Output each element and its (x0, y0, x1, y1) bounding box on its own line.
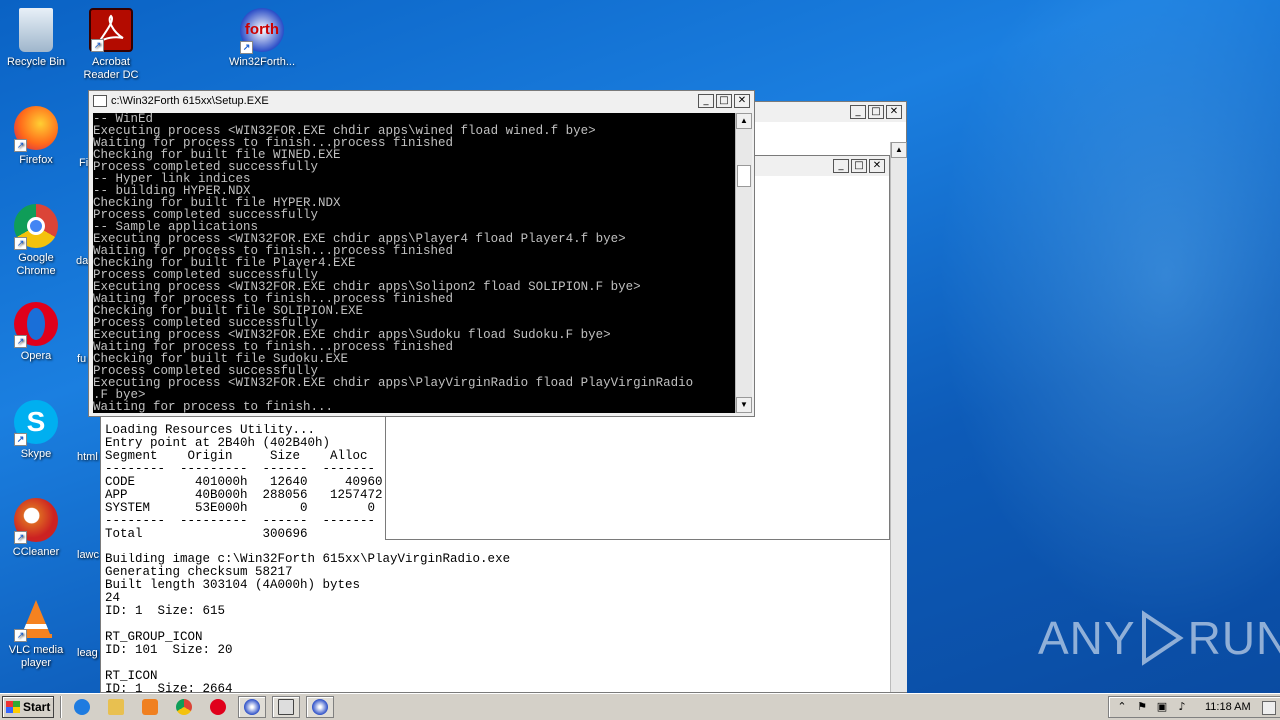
segment-line: Total 300696 (105, 527, 308, 541)
build-line: Built length 303104 (4A000h) bytes (105, 578, 361, 592)
forth-icon: forth ↗ (240, 8, 284, 54)
desktop-label-partial: lawc (77, 549, 100, 561)
desktop-icon-acrobat[interactable]: ↗ Acrobat Reader DC (75, 8, 147, 82)
ie-icon (74, 699, 90, 715)
forth-icon (312, 699, 328, 715)
build-line: ID: 101 Size: 20 (105, 643, 233, 657)
taskbar-opera[interactable] (204, 696, 232, 718)
console-line: Executing process <WIN32FOR.EXE chdir ap… (93, 376, 694, 390)
maximize-button[interactable]: □ (851, 159, 867, 173)
build-line: ID: 1 Size: 2664 (105, 682, 233, 694)
build-output-text: Building image c:\Win32Forth 615xx\PlayV… (105, 553, 805, 693)
desktop-label-partial: da (76, 255, 89, 267)
scroll-up-button[interactable]: ▲ (736, 113, 752, 129)
desktop-icon-opera[interactable]: ↗ Opera (0, 302, 72, 363)
opera-icon: ↗ (14, 302, 58, 348)
flag-icon[interactable]: ⚑ (1135, 700, 1149, 714)
console-line: Waiting for process to finish... (93, 400, 334, 413)
media-player-icon (142, 699, 158, 715)
chrome-icon: ↗ (14, 204, 58, 250)
desktop-icon-vlc[interactable]: ↗ VLC media player (0, 596, 72, 670)
taskbar-ie[interactable] (68, 696, 96, 718)
console-icon (93, 95, 107, 107)
scroll-down-button[interactable]: ▼ (736, 397, 752, 413)
close-button[interactable]: ✕ (734, 94, 750, 108)
explorer-icon (108, 699, 124, 715)
firefox-icon: ↗ (14, 106, 58, 152)
console-output: -- WinEd Executing process <WIN32FOR.EXE … (93, 113, 735, 413)
taskbar-forth-2[interactable] (306, 696, 334, 718)
console-icon (278, 699, 294, 715)
vlc-icon: ↗ (14, 596, 58, 642)
taskbar: Start ⌃ ⚑ ▣ ♪ 11:18 AM (0, 693, 1280, 720)
output-scrollbar[interactable]: ▲ (890, 142, 907, 692)
forth-icon (244, 699, 260, 715)
minimize-button[interactable]: _ (698, 94, 714, 108)
scroll-thumb[interactable] (737, 165, 751, 187)
ccleaner-icon: ↗ (14, 498, 58, 544)
desktop-icon-skype[interactable]: S ↗ Skype (0, 400, 72, 461)
taskbar-console[interactable] (272, 696, 300, 718)
taskbar-explorer[interactable] (102, 696, 130, 718)
desktop-icon-win32forth[interactable]: forth ↗ Win32Forth... (225, 8, 299, 69)
setup-window-title: c:\Win32Forth 615xx\Setup.EXE (111, 95, 269, 107)
taskbar-media-player[interactable] (136, 696, 164, 718)
desktop-icon-firefox[interactable]: ↗ Firefox (0, 106, 72, 167)
desktop-label-partial: leag (77, 647, 98, 659)
acrobat-icon: ↗ (89, 8, 133, 52)
desktop-icon-chrome[interactable]: ↗ Google Chrome (0, 204, 72, 278)
recycle-bin-icon (19, 8, 53, 52)
maximize-button[interactable]: □ (716, 94, 732, 108)
play-logo-icon (1141, 610, 1184, 666)
clock[interactable]: 11:18 AM (1205, 701, 1251, 713)
taskbar-forth[interactable] (238, 696, 266, 718)
anyrun-watermark: ANY RUN (1038, 610, 1280, 666)
system-tray: ⌃ ⚑ ▣ ♪ 11:18 AM (1108, 696, 1280, 718)
windows-logo-icon (6, 701, 20, 713)
show-desktop-button[interactable] (1262, 701, 1276, 715)
desktop-icon-recycle-bin[interactable]: Recycle Bin (0, 8, 72, 69)
setup-console-window[interactable]: c:\Win32Forth 615xx\Setup.EXE _ □ ✕ -- W… (88, 90, 755, 417)
setup-window-titlebar[interactable]: c:\Win32Forth 615xx\Setup.EXE _ □ ✕ (89, 91, 754, 111)
network-icon[interactable]: ▣ (1155, 700, 1169, 714)
segment-table-text: Loading Resources Utility... Entry point … (105, 424, 400, 542)
build-line: ID: 1 Size: 615 (105, 604, 226, 618)
taskbar-chrome[interactable] (170, 696, 198, 718)
console-scrollbar[interactable]: ▲ ▼ (735, 113, 752, 413)
chevron-up-icon[interactable]: ⌃ (1115, 700, 1129, 714)
opera-icon (210, 699, 226, 715)
desktop-icon-ccleaner[interactable]: ↗ CCleaner (0, 498, 72, 559)
maximize-button[interactable]: □ (868, 105, 884, 119)
start-button[interactable]: Start (2, 696, 54, 718)
close-button[interactable]: ✕ (886, 105, 902, 119)
chrome-icon (176, 699, 192, 715)
minimize-button[interactable]: _ (833, 159, 849, 173)
close-button[interactable]: ✕ (869, 159, 885, 173)
build-line (105, 657, 805, 670)
desktop-label-partial: fu (77, 353, 87, 365)
build-line (105, 618, 805, 631)
desktop-label-partial: html (77, 451, 98, 463)
scroll-up-button[interactable]: ▲ (891, 142, 907, 158)
desktop-label-partial: Fi (79, 157, 89, 169)
skype-icon: S ↗ (14, 400, 58, 446)
volume-icon[interactable]: ♪ (1175, 700, 1189, 714)
minimize-button[interactable]: _ (850, 105, 866, 119)
desktop-background (900, 0, 1280, 690)
